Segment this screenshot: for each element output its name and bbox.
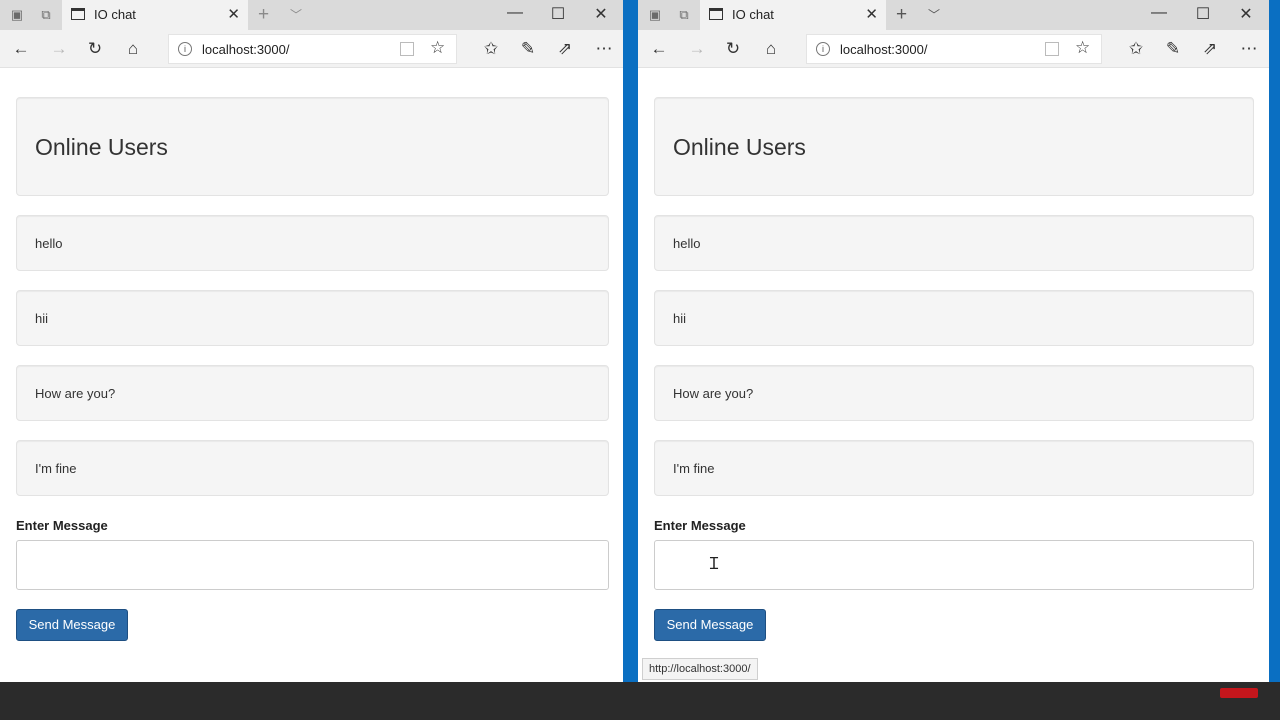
message-item: I'm fine [654, 440, 1254, 496]
set-aside-tabs-icon[interactable]: ⧉ [676, 7, 692, 23]
message-item: hii [16, 290, 609, 346]
tab-title: IO chat [94, 7, 136, 22]
send-message-button[interactable]: Send Message [654, 609, 766, 641]
address-url: localhost:3000/ [202, 42, 290, 57]
favorites-hub-icon[interactable]: ✩ [1125, 38, 1147, 60]
message-item: How are you? [654, 365, 1254, 421]
tab-preview-icon[interactable]: ▣ [9, 7, 25, 23]
tab-title: IO chat [732, 7, 774, 22]
forward-arrow-icon[interactable]: → [48, 38, 70, 60]
more-menu-icon[interactable]: ⋯ [593, 38, 615, 60]
page-icon [71, 8, 85, 20]
message-input-label: Enter Message [654, 518, 746, 533]
new-tab-button[interactable]: + [258, 4, 269, 26]
message-item: I'm fine [16, 440, 609, 496]
message-text: hii [35, 311, 49, 326]
page-content: Online Users hello hii How are you? I'm … [0, 69, 623, 682]
favorite-star-icon[interactable]: ☆ [1075, 38, 1090, 58]
message-text: I'm fine [35, 461, 77, 476]
favorites-hub-icon[interactable]: ✩ [480, 38, 502, 60]
text-cursor-icon: Ｉ [706, 554, 723, 573]
web-note-pen-icon[interactable]: ✎ [517, 38, 539, 60]
message-text: hello [673, 236, 701, 251]
online-users-panel: Online Users [16, 97, 609, 196]
page-title: Online Users [673, 134, 806, 160]
message-text: How are you? [673, 386, 754, 401]
browser-window-right: ▣ ⧉ IO chat ✕ + ﹀ — ☐ ✕ ← → ↻ ⌂ i localh… [638, 0, 1269, 682]
message-item: How are you? [16, 365, 609, 421]
home-icon[interactable]: ⌂ [122, 38, 144, 60]
tab-io-chat[interactable]: IO chat ✕ [62, 0, 248, 30]
maximize-button[interactable]: ☐ [1193, 4, 1213, 24]
reading-view-icon[interactable] [400, 42, 414, 56]
browser-window-left: ▣ ⧉ IO chat ✕ + ﹀ — ☐ ✕ ← → ↻ ⌂ i localh… [0, 0, 623, 682]
minimize-button[interactable]: — [505, 4, 525, 22]
back-arrow-icon[interactable]: ← [10, 38, 32, 60]
close-window-button[interactable]: ✕ [1236, 4, 1256, 24]
message-item: hello [654, 215, 1254, 271]
tab-list-chevron-icon[interactable]: ﹀ [928, 6, 940, 23]
new-tab-button[interactable]: + [896, 4, 907, 26]
message-item: hii [654, 290, 1254, 346]
message-text: hii [673, 311, 687, 326]
site-info-icon[interactable]: i [816, 42, 830, 56]
refresh-icon[interactable]: ↻ [84, 38, 106, 60]
message-text: hello [35, 236, 63, 251]
message-text: I'm fine [673, 461, 715, 476]
page-title: Online Users [35, 134, 168, 160]
tab-bar: ▣ ⧉ IO chat ✕ + ﹀ — ☐ ✕ [638, 0, 1269, 30]
link-status-tooltip: http://localhost:3000/ [642, 658, 758, 680]
close-window-button[interactable]: ✕ [591, 4, 611, 24]
message-text: How are you? [35, 386, 116, 401]
share-icon[interactable]: ⇗ [554, 38, 576, 60]
message-input-label: Enter Message [16, 518, 108, 533]
set-aside-tabs-icon[interactable]: ⧉ [38, 7, 54, 23]
subscribe-badge-icon [1220, 688, 1258, 698]
nav-bar: ← → ↻ ⌂ i localhost:3000/ ☆ ✩ ✎ ⇗ ⋯ [638, 30, 1269, 68]
tab-list-chevron-icon[interactable]: ﹀ [290, 6, 302, 23]
message-item: hello [16, 215, 609, 271]
message-input[interactable] [654, 540, 1254, 590]
address-bar[interactable]: i localhost:3000/ ☆ [806, 34, 1102, 64]
page-icon [709, 8, 723, 20]
online-users-panel: Online Users [654, 97, 1254, 196]
home-icon[interactable]: ⌂ [760, 38, 782, 60]
tab-preview-icon[interactable]: ▣ [647, 7, 663, 23]
send-message-button[interactable]: Send Message [16, 609, 128, 641]
more-menu-icon[interactable]: ⋯ [1238, 38, 1260, 60]
address-bar[interactable]: i localhost:3000/ ☆ [168, 34, 457, 64]
favorite-star-icon[interactable]: ☆ [430, 38, 445, 58]
address-url: localhost:3000/ [840, 42, 928, 57]
share-icon[interactable]: ⇗ [1199, 38, 1221, 60]
close-tab-icon[interactable]: ✕ [865, 5, 878, 23]
forward-arrow-icon[interactable]: → [686, 38, 708, 60]
reading-view-icon[interactable] [1045, 42, 1059, 56]
site-info-icon[interactable]: i [178, 42, 192, 56]
message-input[interactable] [16, 540, 609, 590]
page-content: Online Users hello hii How are you? I'm … [638, 69, 1269, 682]
refresh-icon[interactable]: ↻ [722, 38, 744, 60]
tab-io-chat[interactable]: IO chat ✕ [700, 0, 886, 30]
web-note-pen-icon[interactable]: ✎ [1162, 38, 1184, 60]
maximize-button[interactable]: ☐ [548, 4, 568, 24]
tab-bar: ▣ ⧉ IO chat ✕ + ﹀ — ☐ ✕ [0, 0, 623, 30]
taskbar [0, 682, 1280, 720]
desktop-edge [1269, 0, 1280, 682]
back-arrow-icon[interactable]: ← [648, 38, 670, 60]
nav-bar: ← → ↻ ⌂ i localhost:3000/ ☆ ✩ ✎ ⇗ ⋯ [0, 30, 623, 68]
close-tab-icon[interactable]: ✕ [227, 5, 240, 23]
minimize-button[interactable]: — [1149, 4, 1169, 22]
